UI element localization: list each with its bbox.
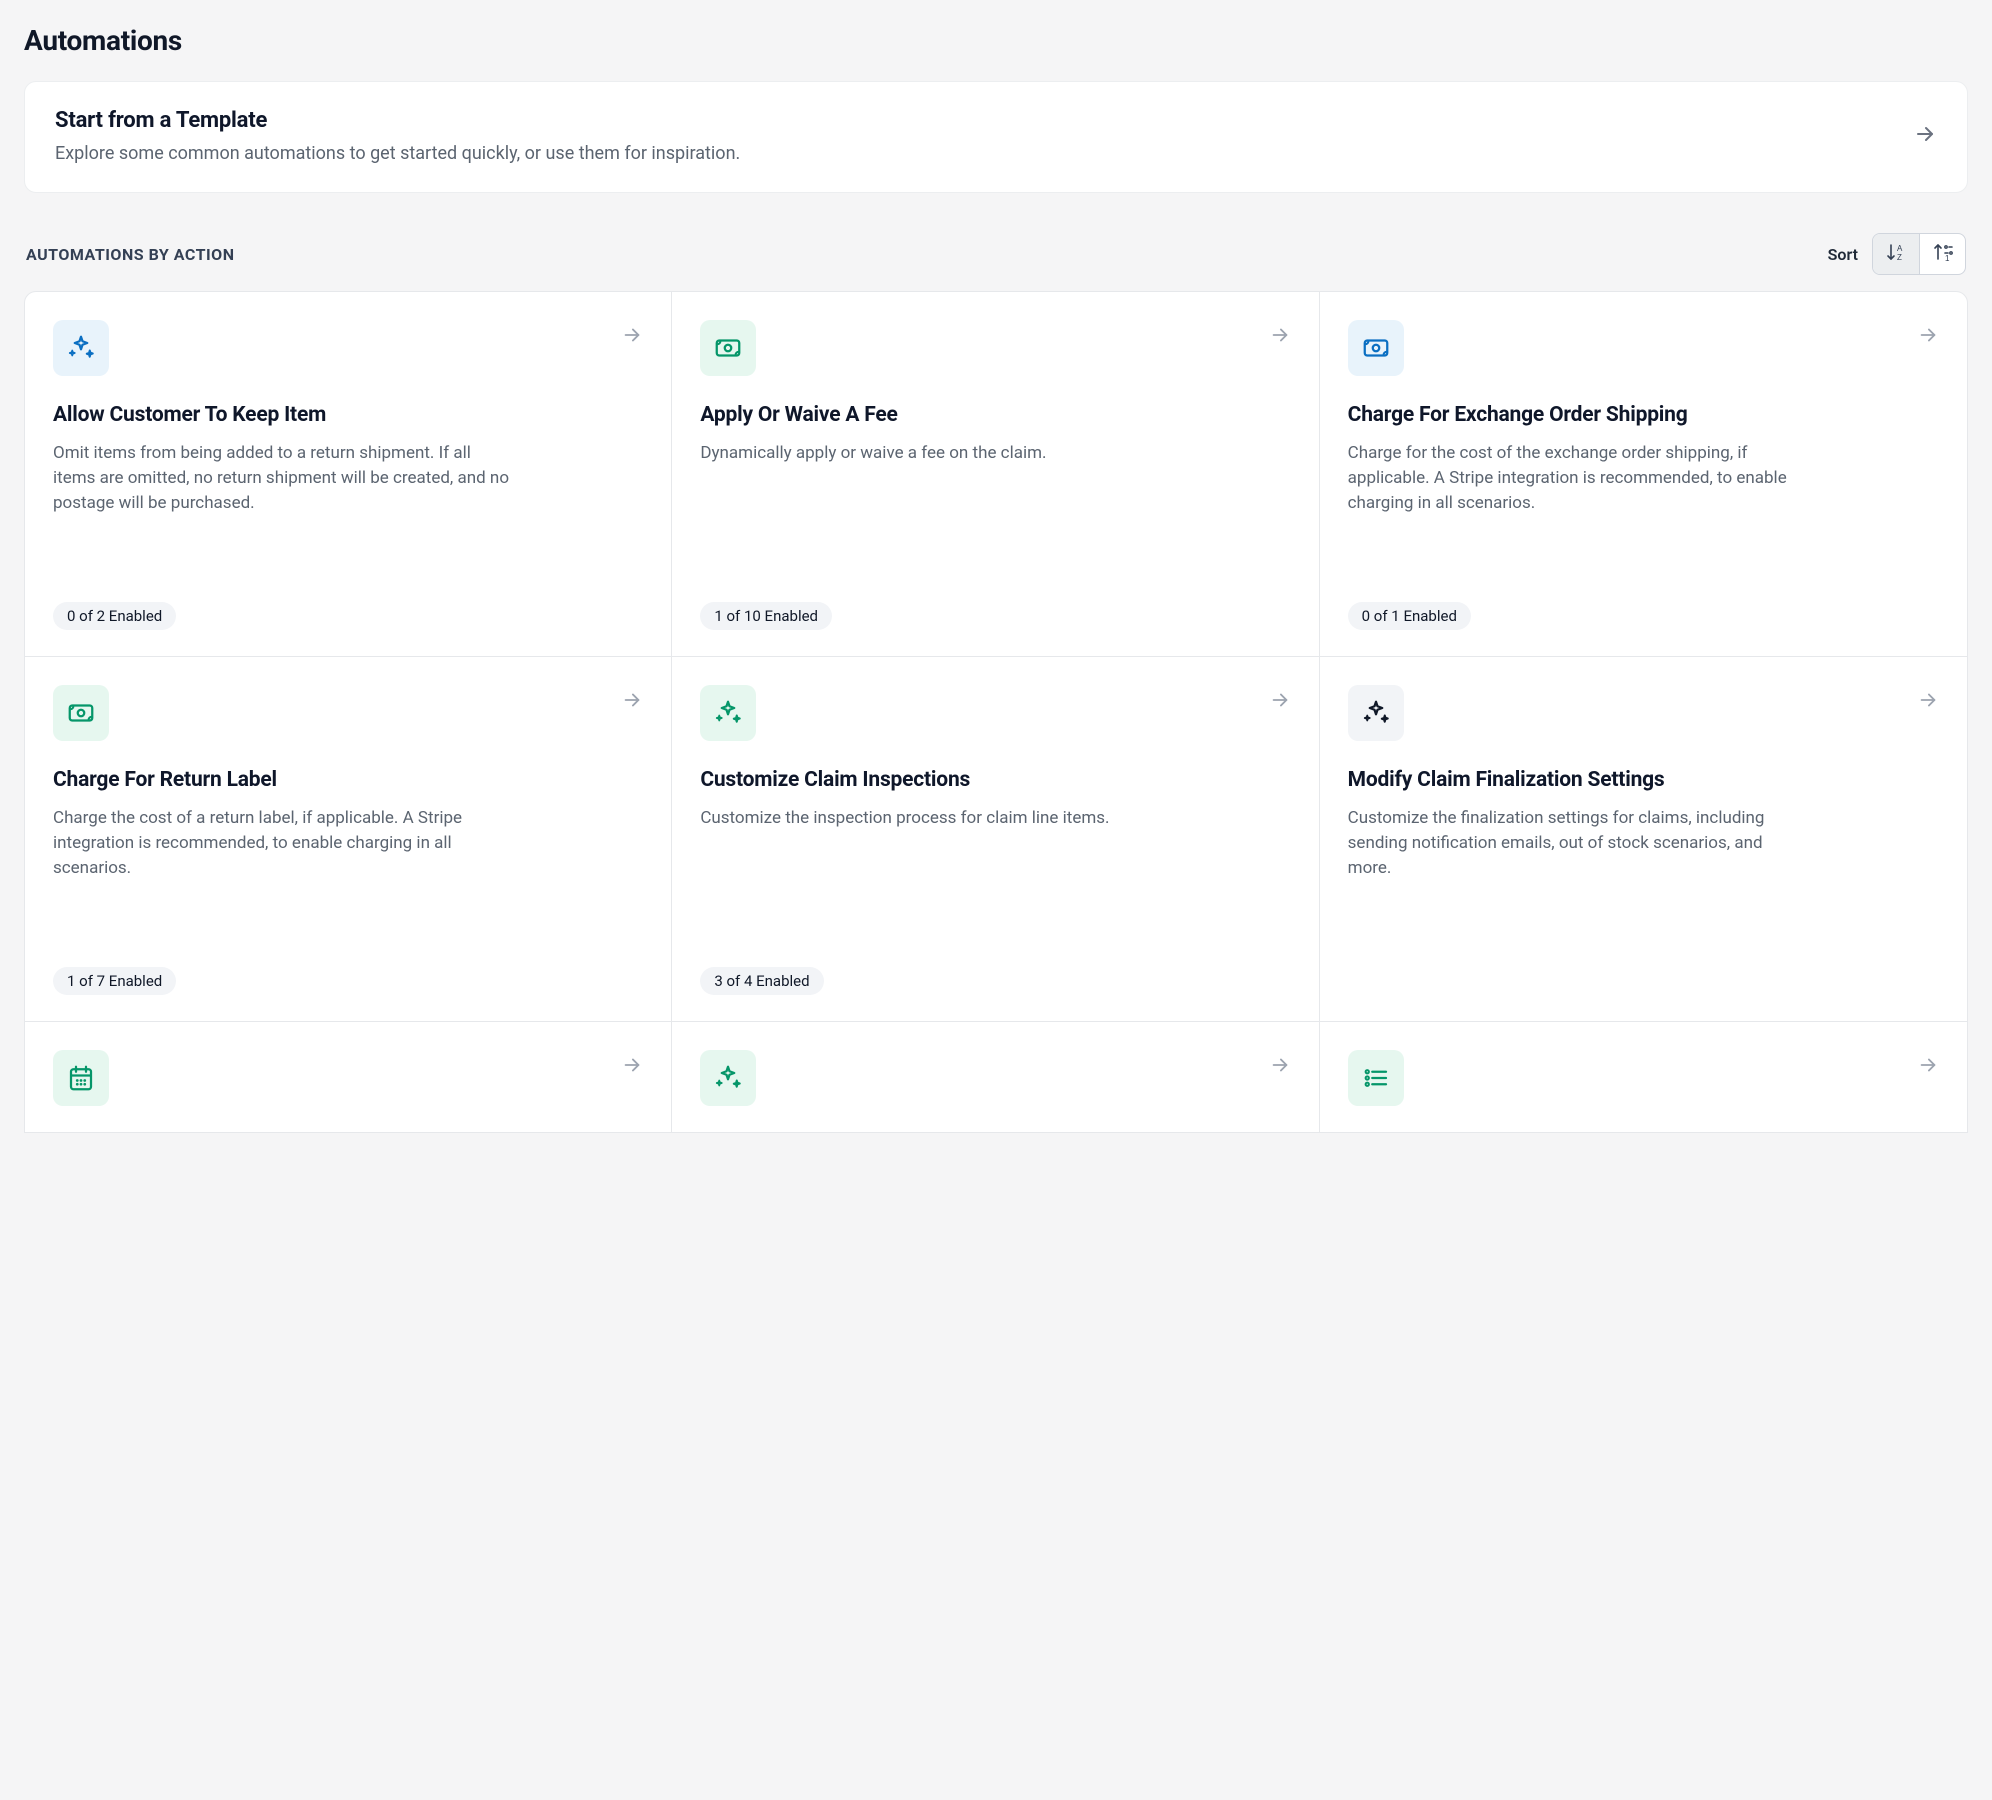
calendar-icon — [53, 1050, 109, 1106]
sort-alpha-icon — [1885, 241, 1907, 267]
money-icon — [700, 320, 756, 376]
sparkles-icon — [53, 320, 109, 376]
template-card[interactable]: Start from a Template Explore some commo… — [24, 81, 1968, 193]
automation-card[interactable] — [672, 1022, 1319, 1132]
automation-card-desc: Charge for the cost of the exchange orde… — [1348, 441, 1809, 582]
sort-alpha-button[interactable] — [1873, 234, 1919, 274]
arrow-right-icon — [1269, 1054, 1291, 1080]
automation-card[interactable]: Charge For Return Label Charge the cost o… — [25, 657, 672, 1022]
automation-card-title: Allow Customer To Keep Item — [53, 402, 513, 429]
automation-card-desc: Customize the inspection process for cla… — [700, 806, 1160, 947]
arrow-right-icon — [621, 324, 643, 350]
arrow-right-icon — [1269, 689, 1291, 715]
sparkles-icon — [700, 1050, 756, 1106]
automation-card[interactable] — [25, 1022, 672, 1132]
automation-card[interactable]: Allow Customer To Keep Item Omit items fr… — [25, 292, 672, 657]
sort-custom-button[interactable] — [1919, 234, 1965, 274]
automation-card-title: Charge For Return Label — [53, 767, 513, 794]
sort-custom-icon — [1932, 241, 1954, 267]
enabled-badge: 1 of 7 Enabled — [53, 967, 176, 995]
sparkles-icon — [1348, 685, 1404, 741]
arrow-right-icon — [1917, 1054, 1939, 1080]
money-icon — [1348, 320, 1404, 376]
automation-card-title: Apply Or Waive A Fee — [700, 402, 1160, 429]
template-card-text: Start from a Template Explore some commo… — [55, 108, 740, 164]
money-icon — [53, 685, 109, 741]
enabled-badge: 0 of 2 Enabled — [53, 602, 176, 630]
automation-card[interactable]: Charge For Exchange Order Shipping Charge… — [1320, 292, 1967, 657]
automation-card[interactable]: Customize Claim Inspections Customize the… — [672, 657, 1319, 1022]
arrow-right-icon — [621, 689, 643, 715]
arrow-right-icon — [621, 1054, 643, 1080]
automation-card[interactable]: Apply Or Waive A Fee Dynamically apply or… — [672, 292, 1319, 657]
automation-card-title: Charge For Exchange Order Shipping — [1348, 402, 1809, 429]
enabled-badge: 3 of 4 Enabled — [700, 967, 823, 995]
automation-card-desc: Dynamically apply or waive a fee on the … — [700, 441, 1160, 582]
sort-controls: Sort — [1828, 233, 1966, 275]
automation-card-desc: Omit items from being added to a return … — [53, 441, 513, 582]
automation-card[interactable] — [1320, 1022, 1967, 1132]
sort-label: Sort — [1828, 245, 1858, 264]
automations-grid: Allow Customer To Keep Item Omit items fr… — [24, 291, 1968, 1133]
automation-card-desc: Customize the finalization settings for … — [1348, 806, 1809, 995]
arrow-right-icon — [1917, 689, 1939, 715]
arrow-right-icon — [1269, 324, 1291, 350]
section-label: AUTOMATIONS BY ACTION — [26, 245, 235, 264]
arrow-right-icon — [1913, 122, 1937, 150]
automation-card-title: Modify Claim Finalization Settings — [1348, 767, 1809, 794]
automation-card[interactable]: Modify Claim Finalization Settings Custom… — [1320, 657, 1967, 1022]
list-icon — [1348, 1050, 1404, 1106]
template-card-desc: Explore some common automations to get s… — [55, 143, 740, 164]
automation-card-title: Customize Claim Inspections — [700, 767, 1160, 794]
template-card-title: Start from a Template — [55, 108, 740, 133]
sparkles-icon — [700, 685, 756, 741]
page-title: Automations — [24, 24, 1968, 57]
enabled-badge: 0 of 1 Enabled — [1348, 602, 1471, 630]
arrow-right-icon — [1917, 324, 1939, 350]
enabled-badge: 1 of 10 Enabled — [700, 602, 832, 630]
automation-card-desc: Charge the cost of a return label, if ap… — [53, 806, 513, 947]
